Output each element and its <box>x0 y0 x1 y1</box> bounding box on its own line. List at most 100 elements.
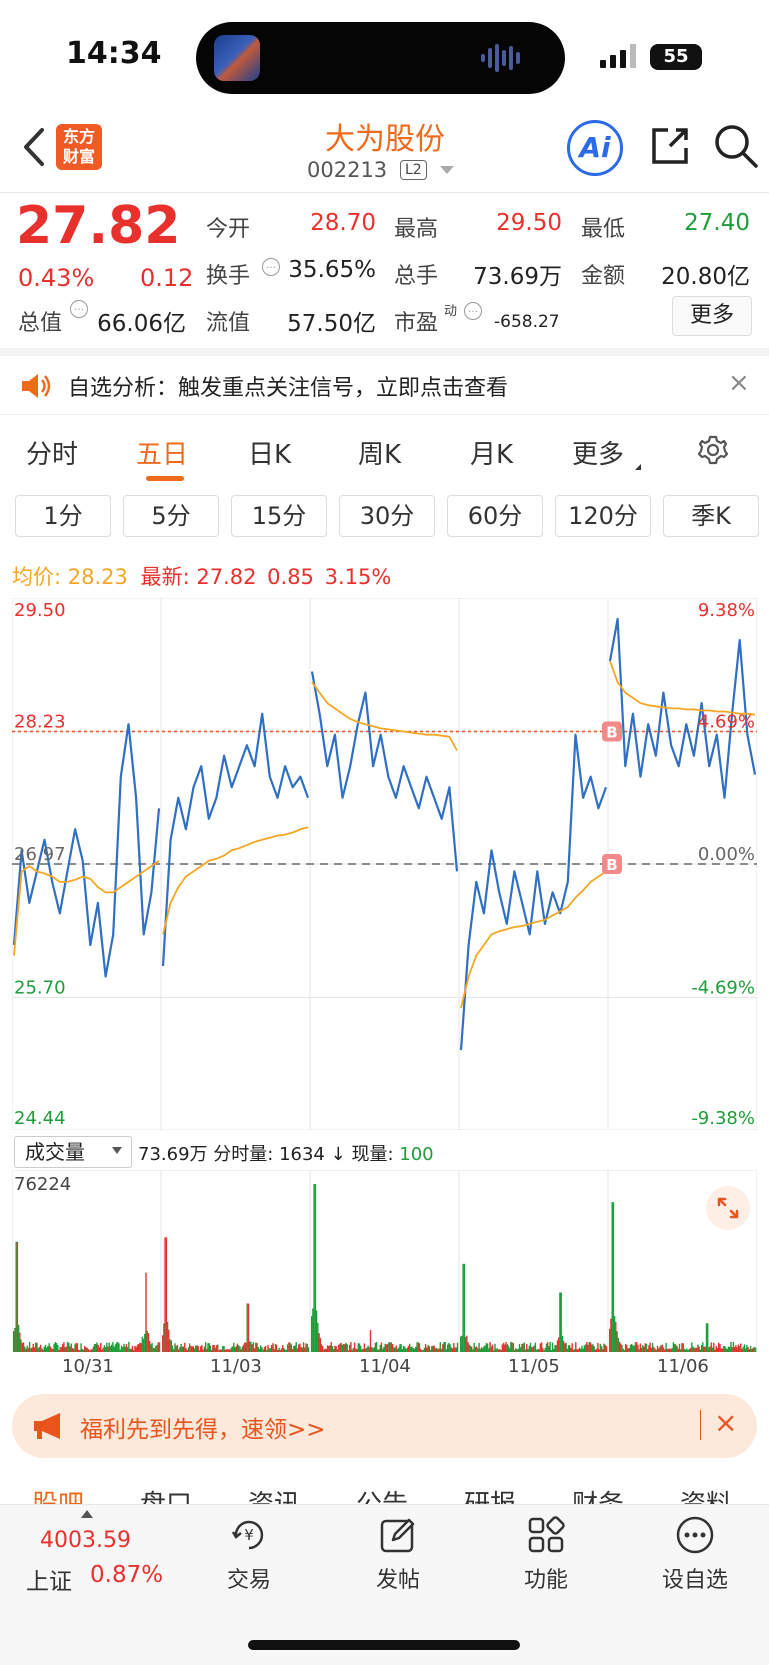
volume-bar <box>21 1343 23 1352</box>
volume-bar <box>616 1331 618 1352</box>
volume-bar <box>173 1349 175 1352</box>
share-icon[interactable] <box>646 122 694 170</box>
volume-bar <box>209 1345 212 1352</box>
volume-bar <box>231 1346 234 1352</box>
stock-code[interactable]: 002213 <box>307 158 387 182</box>
tab-pankou[interactable]: 盘口 <box>140 1484 192 1504</box>
nav-functions[interactable]: 功能 <box>506 1562 586 1594</box>
volume-bar <box>734 1347 736 1352</box>
volume-bar <box>26 1345 28 1352</box>
chevron-down-icon[interactable] <box>440 166 454 174</box>
volume-bar <box>272 1343 274 1352</box>
tab-intraday[interactable]: 分时 <box>26 434 78 471</box>
info-icon[interactable]: … <box>262 258 280 276</box>
expand-icon[interactable] <box>706 1186 750 1230</box>
tab-guba[interactable]: 股吧 <box>32 1484 84 1504</box>
tab-more[interactable]: 更多 <box>572 434 624 471</box>
tab-finance[interactable]: 财务 <box>572 1484 624 1504</box>
tab-announcements[interactable]: 公告 <box>356 1484 408 1504</box>
volume-bar <box>505 1342 507 1352</box>
five-day-price-chart[interactable]: BB 29.5028.2326.9725.7024.449.38%4.69%0.… <box>12 598 757 1130</box>
volume-bar <box>53 1343 55 1352</box>
volume-bar <box>523 1342 526 1352</box>
avg-price-label: 均价: <box>12 565 62 589</box>
index-value[interactable]: 4003.59 <box>40 1528 131 1553</box>
stock-name[interactable]: 大为股份 <box>260 114 510 158</box>
volume-bar <box>420 1348 422 1352</box>
app-logo[interactable]: 东方 财富 <box>56 124 102 170</box>
chevron-down-icon[interactable] <box>112 1147 122 1154</box>
volume-bar <box>179 1347 181 1352</box>
tab-monthly-k[interactable]: 月K <box>470 434 513 471</box>
info-icon[interactable]: … <box>464 302 482 320</box>
index-name[interactable]: 上证 <box>26 1562 72 1596</box>
nav-add-watchlist[interactable]: 设自选 <box>655 1562 735 1594</box>
level2-badge[interactable]: L2 <box>400 160 427 180</box>
volume-bar <box>599 1343 601 1352</box>
ai-assistant-button[interactable]: Ai <box>567 120 623 176</box>
volume-bar <box>383 1346 385 1352</box>
volume-bar <box>317 1322 319 1352</box>
edit-post-icon[interactable] <box>377 1514 419 1556</box>
volume-bar <box>115 1342 118 1352</box>
trade-icon[interactable]: ¥ <box>228 1514 270 1556</box>
volume-bar <box>140 1343 142 1352</box>
avg-price-curve <box>460 870 607 1009</box>
volume-bar <box>299 1343 301 1352</box>
promo-text[interactable]: 福利先到先得，速领>> <box>80 1410 326 1444</box>
volume-bar <box>241 1346 243 1352</box>
volume-bar <box>500 1350 502 1352</box>
latest-label: 最新: <box>140 565 190 589</box>
volume-bar <box>534 1342 537 1352</box>
volume-chart[interactable]: 76224 <box>12 1170 757 1352</box>
interval-120min[interactable]: 120分 <box>555 495 651 537</box>
volume-bar <box>119 1349 121 1352</box>
interval-5min[interactable]: 5分 <box>123 495 219 537</box>
index-percent[interactable]: 0.87% <box>90 1562 163 1588</box>
back-arrow-icon[interactable] <box>14 124 54 170</box>
amount-value: 20.80亿 <box>661 264 750 290</box>
interval-1min[interactable]: 1分 <box>15 495 111 537</box>
volume-bar <box>60 1346 63 1352</box>
gear-icon[interactable] <box>696 434 730 468</box>
volume-bar <box>347 1350 350 1352</box>
search-icon[interactable] <box>712 122 760 170</box>
functions-grid-icon[interactable] <box>525 1514 567 1556</box>
nav-post[interactable]: 发帖 <box>358 1562 438 1594</box>
interval-15min[interactable]: 15分 <box>231 495 327 537</box>
nav-trade[interactable]: 交易 <box>209 1562 289 1594</box>
more-dots-icon[interactable] <box>674 1514 716 1556</box>
close-icon[interactable]: × <box>714 1406 737 1439</box>
tab-daily-k[interactable]: 日K <box>248 434 291 471</box>
tab-news[interactable]: 资讯 <box>248 1484 300 1504</box>
volume-bar <box>66 1341 69 1352</box>
interval-quarter-k[interactable]: 季K <box>663 495 759 537</box>
volume-bar <box>662 1347 665 1352</box>
volume-bar <box>751 1349 753 1352</box>
volume-bar <box>373 1347 375 1352</box>
volume-bar <box>724 1346 726 1352</box>
volume-bar <box>25 1348 27 1352</box>
caret-up-icon[interactable] <box>81 1510 93 1518</box>
volume-bar <box>396 1348 399 1352</box>
tab-five-day[interactable]: 五日 <box>136 434 188 471</box>
tab-profile[interactable]: 资料 <box>680 1484 732 1504</box>
tab-research[interactable]: 研报 <box>464 1484 516 1504</box>
date-label: 11/03 <box>210 1356 262 1377</box>
volume-bar <box>181 1346 183 1352</box>
volume-bar <box>448 1342 450 1352</box>
notice-text[interactable]: 自选分析：触发重点关注信号，立即点击查看 <box>68 370 508 402</box>
more-button[interactable]: 更多 <box>672 296 752 336</box>
volume-bar <box>200 1346 202 1352</box>
interval-30min[interactable]: 30分 <box>339 495 435 537</box>
volume-bar <box>77 1349 80 1352</box>
volume-bar <box>502 1342 505 1352</box>
volume-bar <box>247 1303 250 1352</box>
market-cap-label: 总值 <box>18 311 63 336</box>
tab-weekly-k[interactable]: 周K <box>358 434 401 471</box>
volume-bar <box>748 1349 750 1352</box>
volume-bar <box>511 1342 513 1352</box>
close-icon[interactable]: × <box>728 368 750 398</box>
volume-bar <box>269 1348 272 1352</box>
interval-60min[interactable]: 60分 <box>447 495 543 537</box>
